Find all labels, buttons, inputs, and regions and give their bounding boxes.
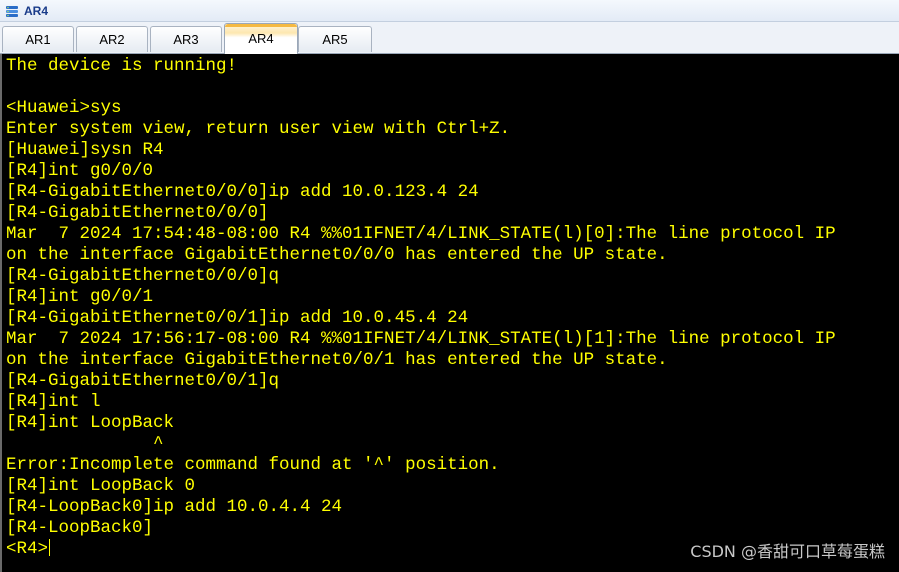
console-line: [R4-LoopBack0] bbox=[6, 518, 154, 538]
console-line: Enter system view, return user view with… bbox=[6, 119, 511, 139]
console-line: [R4]int g0/0/1 bbox=[6, 287, 154, 307]
text-cursor bbox=[49, 539, 51, 556]
console-line: [R4-GigabitEthernet0/0/1]q bbox=[6, 371, 280, 391]
console-line: [R4-GigabitEthernet0/0/0]ip add 10.0.123… bbox=[6, 182, 479, 202]
console-line: [R4]int g0/0/0 bbox=[6, 161, 154, 181]
console-line: [R4]int LoopBack 0 bbox=[6, 476, 196, 496]
console-line: on the interface GigabitEthernet0/0/1 ha… bbox=[6, 350, 668, 370]
terminal-window: AR4 AR1 AR2 AR3 AR4 AR5 The device is ru… bbox=[0, 0, 899, 572]
console-line: [R4]int LoopBack bbox=[6, 413, 175, 433]
router-app-icon bbox=[4, 3, 20, 19]
tab-ar5[interactable]: AR5 bbox=[298, 26, 372, 52]
window-title: AR4 bbox=[24, 4, 49, 18]
console-line: The device is running! bbox=[6, 56, 238, 76]
console-line: Mar 7 2024 17:54:48-08:00 R4 %%01IFNET/4… bbox=[6, 224, 836, 244]
console-line: [R4-LoopBack0]ip add 10.0.4.4 24 bbox=[6, 497, 343, 517]
console-line: Mar 7 2024 17:56:17-08:00 R4 %%01IFNET/4… bbox=[6, 329, 836, 349]
console-line: [R4-GigabitEthernet0/0/1]ip add 10.0.45.… bbox=[6, 308, 469, 328]
console-output[interactable]: The device is running! <Huawei>sys Enter… bbox=[0, 54, 899, 572]
console-line: [R4-GigabitEthernet0/0/0]q bbox=[6, 266, 280, 286]
console-line: <Huawei>sys bbox=[6, 98, 122, 118]
console-line: [R4-GigabitEthernet0/0/0] bbox=[6, 203, 269, 223]
tab-ar4[interactable]: AR4 bbox=[224, 23, 298, 54]
console-line: on the interface GigabitEthernet0/0/0 ha… bbox=[6, 245, 668, 265]
tab-ar1[interactable]: AR1 bbox=[2, 26, 74, 52]
tab-ar2[interactable]: AR2 bbox=[76, 26, 148, 52]
device-tab-bar: AR1 AR2 AR3 AR4 AR5 bbox=[0, 22, 899, 54]
console-line: [Huawei]sysn R4 bbox=[6, 140, 164, 160]
tab-ar3[interactable]: AR3 bbox=[150, 26, 222, 52]
console-line: ^ bbox=[6, 434, 164, 454]
watermark: CSDN @香甜可口草莓蛋糕 bbox=[690, 542, 885, 561]
title-bar: AR4 bbox=[0, 0, 899, 22]
console-line: [R4]int l bbox=[6, 392, 101, 412]
console-prompt: <R4> bbox=[6, 539, 49, 559]
console-line: Error:Incomplete command found at '^' po… bbox=[6, 455, 500, 475]
